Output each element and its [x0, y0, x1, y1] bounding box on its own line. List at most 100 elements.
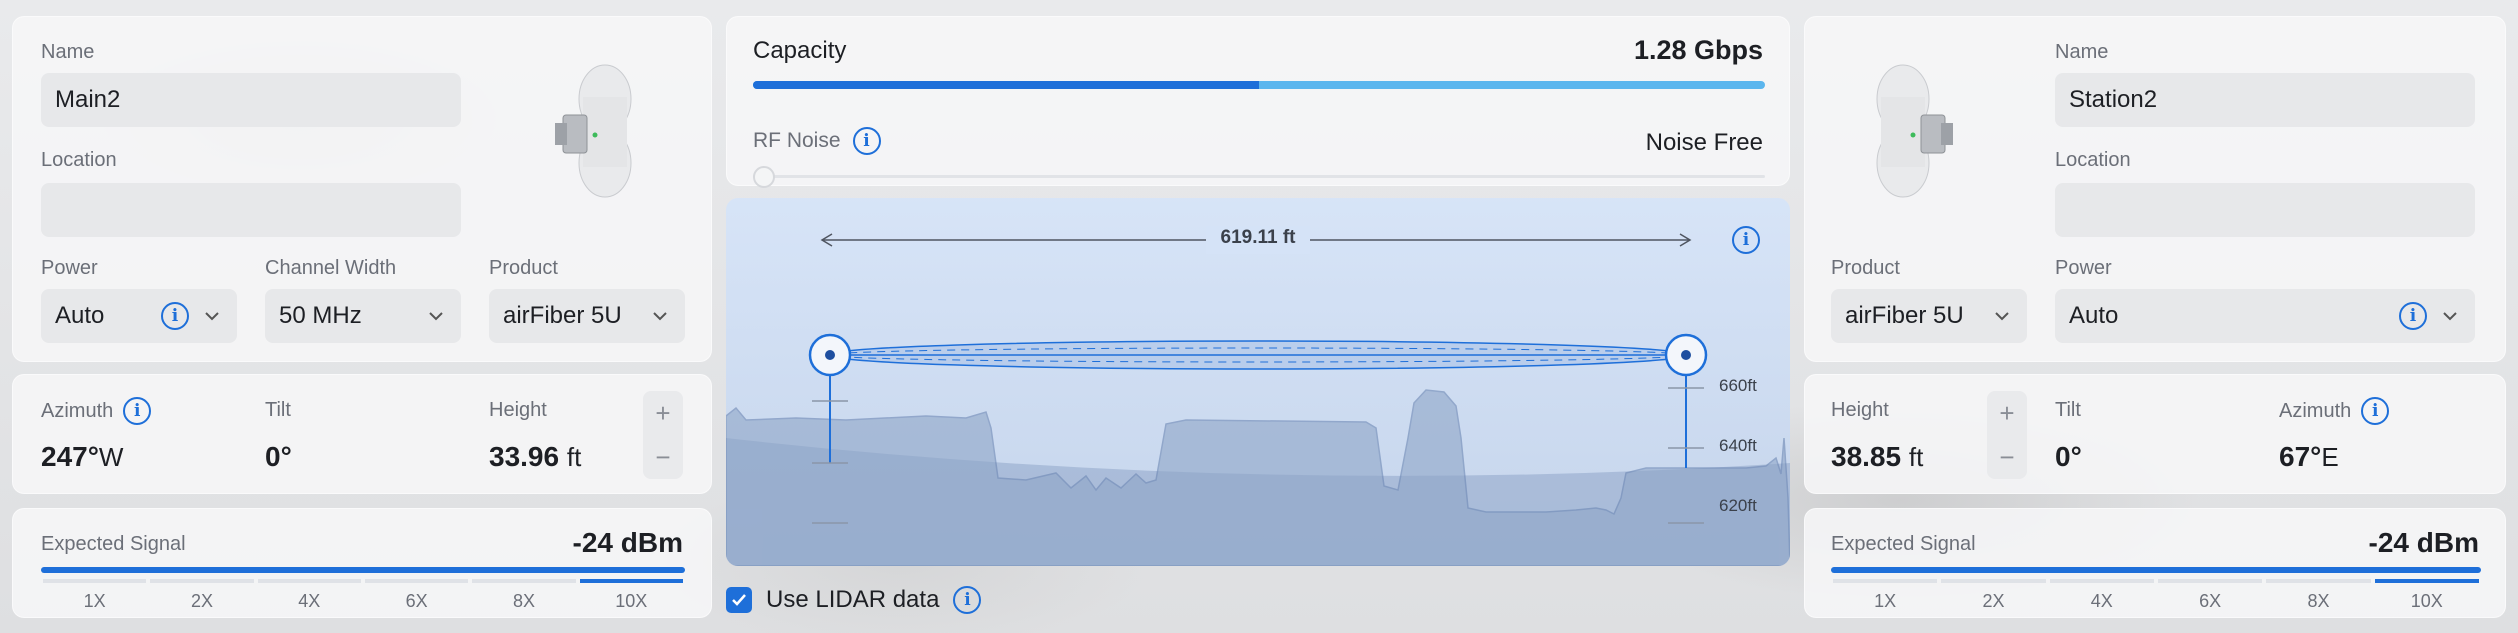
left-signal-ticks: 1X 2X 4X 6X 8X 10X [41, 579, 685, 612]
left-location-input[interactable] [41, 183, 461, 237]
signal-tick: 2X [150, 579, 254, 612]
left-power-value: Auto [55, 302, 105, 329]
left-power-info-icon[interactable]: i [161, 302, 189, 330]
right-height-label: Height [1831, 399, 1889, 421]
capacity-bar [753, 81, 1765, 89]
left-location-label: Location [41, 149, 117, 171]
right-height-value: 38.85 ft [1831, 441, 1924, 472]
rf-noise-slider-track[interactable] [753, 166, 1765, 188]
chevron-down-icon [1995, 312, 2009, 321]
plus-icon[interactable]: + [1999, 398, 2014, 429]
left-device-card: Name Main2 Location Power Auto i Channel… [12, 16, 712, 362]
left-azimuth-value: 247°W [41, 441, 124, 472]
capacity-label: Capacity [753, 37, 847, 64]
chevron-down-icon [2443, 312, 2457, 321]
lidar-checkbox[interactable] [726, 587, 752, 613]
left-power-label: Power [41, 257, 98, 279]
left-channel-label: Channel Width [265, 257, 397, 279]
chevron-down-icon [653, 312, 667, 321]
rf-noise-info-icon[interactable]: i [852, 127, 881, 155]
left-signal-card: Expected Signal -24 dBm 1X 2X 4X 6X 8X 1… [12, 508, 712, 618]
left-orientation-card: Azimuth i 247°W Tilt 0° Height 33.96 ft … [12, 374, 712, 494]
right-azimuth-info-icon[interactable]: i [2361, 397, 2390, 425]
right-tilt-value: 0° [2055, 441, 2082, 472]
left-height-stepper[interactable]: + − [643, 391, 683, 479]
rf-noise-value: Noise Free [1645, 129, 1763, 156]
right-device-image [1876, 64, 1953, 198]
left-tilt-label: Tilt [265, 399, 291, 421]
left-channel-select[interactable]: 50 MHz [265, 289, 461, 343]
signal-tick-active: 10X [2374, 579, 2479, 612]
right-signal-card: Expected Signal -24 dBm 1X 2X 4X 6X 8X 1… [1804, 508, 2506, 618]
chevron-down-icon [429, 312, 443, 321]
elevation-label: 620ft [1719, 496, 1757, 515]
left-product-value: airFiber 5U [503, 302, 622, 329]
left-channel-value: 50 MHz [279, 302, 362, 329]
lidar-option[interactable]: Use LIDAR data i [726, 586, 982, 614]
left-signal-label: Expected Signal [41, 533, 186, 555]
rf-noise-label: RF Noise i [753, 127, 881, 155]
right-azimuth-label: Azimuth i [2279, 397, 2390, 425]
right-product-value: airFiber 5U [1845, 302, 1964, 329]
right-location-input[interactable] [2055, 183, 2475, 237]
left-height-label: Height [489, 399, 547, 421]
signal-tick: 4X [257, 579, 361, 612]
capacity-bar-fill [753, 81, 1259, 89]
signal-tick: 6X [364, 579, 469, 612]
right-signal-bar [1831, 567, 2481, 573]
right-product-select[interactable]: airFiber 5U [1831, 289, 2027, 343]
right-power-value: Auto [2069, 302, 2119, 329]
right-product-label: Product [1831, 257, 1900, 279]
capacity-card: Capacity 1.28 Gbps RF Noise i Noise Free [726, 16, 1790, 188]
signal-tick: 6X [2157, 579, 2263, 612]
right-height-stepper[interactable]: + − [1987, 391, 2027, 479]
left-product-select[interactable]: airFiber 5U [489, 289, 685, 343]
right-name-input[interactable]: Station2 [2055, 73, 2475, 127]
signal-tick: 4X [2049, 579, 2154, 612]
right-location-label: Location [2055, 149, 2131, 171]
right-power-info-icon[interactable]: i [2399, 302, 2427, 330]
left-name-label: Name [41, 41, 95, 63]
signal-tick: 2X [1941, 579, 2046, 612]
right-signal-value: -24 dBm [2368, 527, 2479, 558]
rf-noise-slider-handle[interactable] [753, 166, 775, 188]
lidar-info-icon[interactable]: i [953, 586, 982, 614]
chevron-down-icon [205, 312, 219, 321]
left-azimuth-info-icon[interactable]: i [123, 397, 152, 425]
right-signal-label: Expected Signal [1831, 533, 1976, 555]
right-power-select[interactable]: Auto i [2055, 289, 2475, 343]
plus-icon[interactable]: + [655, 398, 670, 429]
right-signal-ticks: 1X 2X 4X 6X 8X 10X [1831, 579, 2481, 612]
signal-tick: 1X [43, 579, 147, 612]
elevation-label: 640ft [1719, 436, 1757, 455]
capacity-value: 1.28 Gbps [1633, 35, 1763, 65]
link-profile-graphic [726, 226, 1790, 566]
link-profile-info-icon[interactable]: i [1732, 226, 1760, 254]
signal-tick-active: 10X [579, 579, 683, 612]
minus-icon[interactable]: − [1999, 442, 2014, 473]
signal-tick: 1X [1833, 579, 1938, 612]
left-product-label: Product [489, 257, 558, 279]
right-name-label: Name [2055, 41, 2109, 63]
minus-icon[interactable]: − [655, 442, 670, 473]
elevation-label: 660ft [1719, 376, 1757, 395]
lidar-label: Use LIDAR data [766, 586, 940, 613]
right-device-card: Name Station2 Location Product airFiber … [1804, 16, 2506, 362]
left-power-select[interactable]: Auto i [41, 289, 237, 343]
left-device-image [555, 64, 632, 198]
signal-tick: 8X [472, 579, 576, 612]
right-power-label: Power [2055, 257, 2112, 279]
left-azimuth-label: Azimuth i [41, 397, 152, 425]
signal-tick: 8X [2266, 579, 2371, 612]
right-tilt-label: Tilt [2055, 399, 2081, 421]
left-signal-value: -24 dBm [572, 527, 683, 558]
left-height-value: 33.96 ft [489, 441, 582, 472]
left-tilt-value: 0° [265, 441, 292, 472]
left-signal-bar [41, 567, 685, 573]
checkmark-icon [732, 594, 746, 606]
link-profile-panel: 619.11 ft i 660ft 640ft 620ft [726, 198, 1790, 566]
right-orientation-card: Height 38.85 ft + − Tilt 0° Azimuth i 67… [1804, 374, 2506, 494]
link-distance-label: 619.11 ft [1220, 227, 1296, 248]
right-azimuth-value: 67°E [2279, 441, 2339, 472]
left-name-input[interactable]: Main2 [41, 73, 461, 127]
